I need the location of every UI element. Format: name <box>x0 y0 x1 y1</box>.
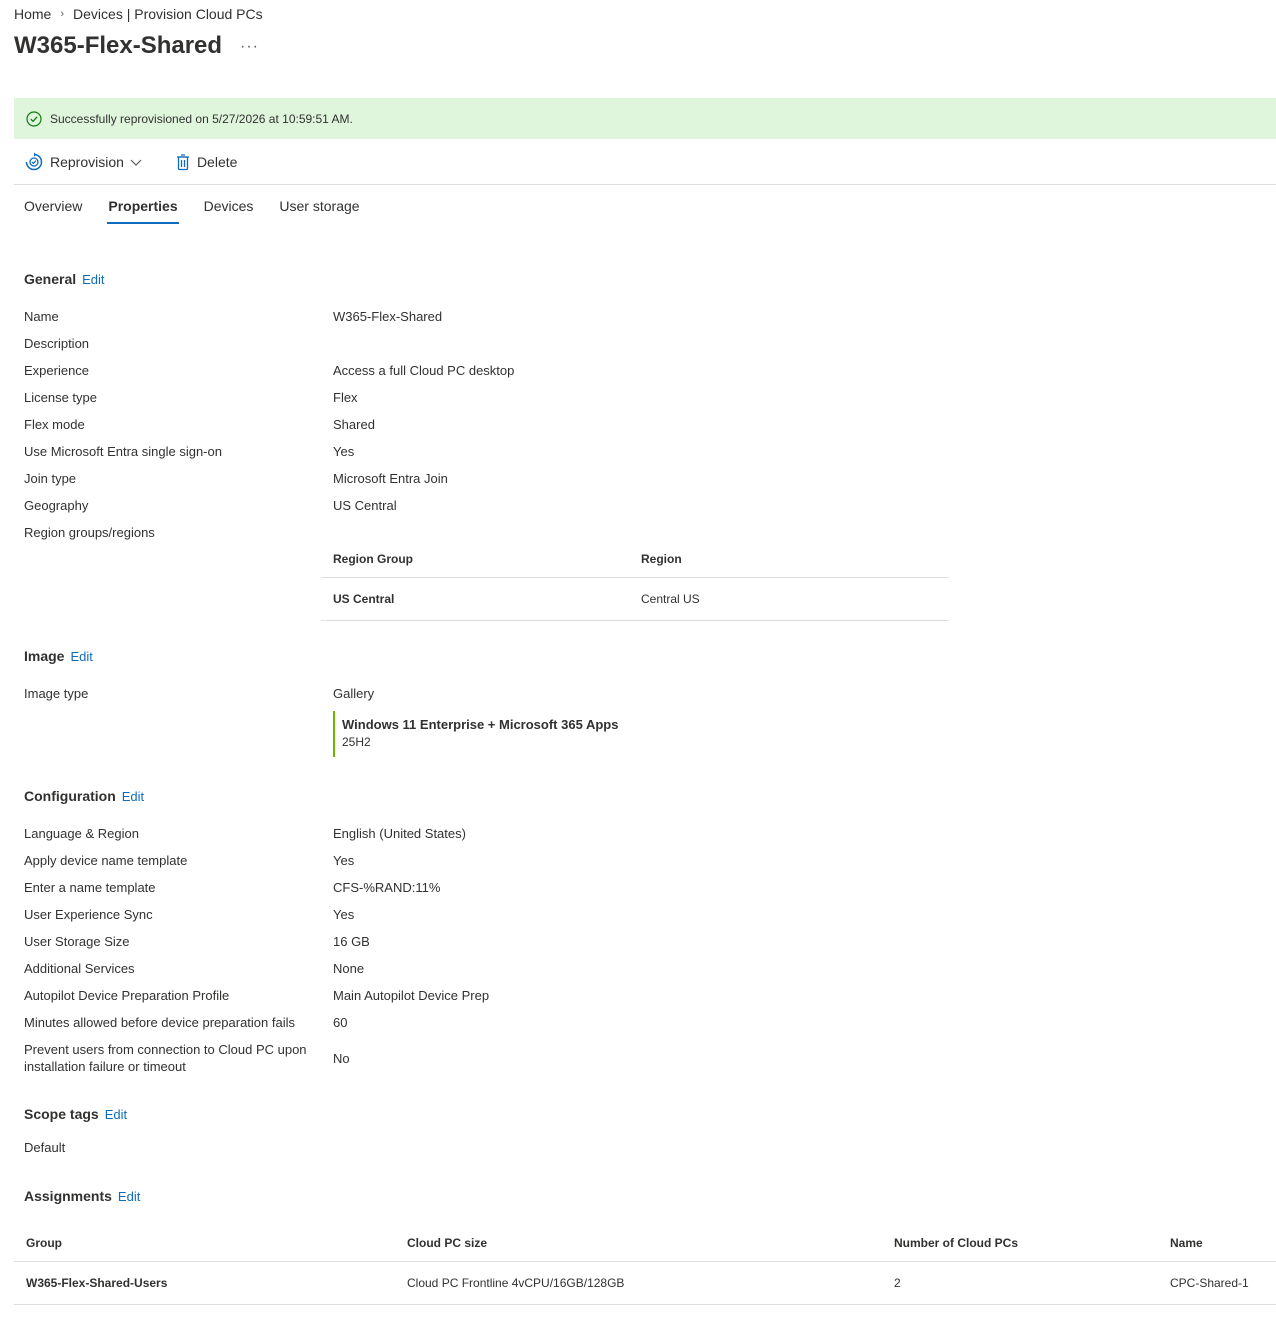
field-value: No <box>333 1051 350 1066</box>
field-label: Geography <box>24 498 89 513</box>
field-label: installation failure or timeout <box>24 1059 186 1074</box>
reprovision-label: Reprovision <box>50 154 124 170</box>
field-value: Yes <box>333 907 355 922</box>
chevron-down-icon <box>130 159 142 166</box>
table-cell: 2 <box>894 1276 901 1290</box>
field-label: Use Microsoft Entra single sign-on <box>24 444 222 459</box>
toolbar-divider <box>14 184 1276 185</box>
column-header: Number of Cloud PCs <box>894 1235 1019 1250</box>
column-header: Region <box>641 551 682 566</box>
field-label: Experience <box>24 363 90 378</box>
image-heading: Image Edit <box>24 648 93 664</box>
success-check-icon <box>26 110 42 127</box>
region-table: Region Group Region US Central Central U… <box>321 540 949 621</box>
table-cell: Central US <box>641 592 700 606</box>
image-card: Windows 11 Enterprise + Microsoft 365 Ap… <box>333 711 618 757</box>
column-header: Name <box>1170 1235 1203 1250</box>
image-version: 25H2 <box>342 735 371 749</box>
general-edit-link[interactable]: Edit <box>82 272 104 287</box>
general-title: General <box>24 271 77 287</box>
field-value: Flex <box>333 390 358 405</box>
field-value: Access a full Cloud PC desktop <box>333 363 515 378</box>
table-header-row: Group Cloud PC size Number of Cloud PCs … <box>14 1224 1276 1261</box>
field-value: Main Autopilot Device Prep <box>333 988 490 1003</box>
scope-tags-heading: Scope tags Edit <box>24 1106 127 1122</box>
assignments-table: Group Cloud PC size Number of Cloud PCs … <box>14 1224 1276 1305</box>
field-value: CFS-%RAND:11% <box>333 880 441 895</box>
tab-bar: Overview Properties Devices User storage <box>24 198 386 224</box>
table-row: W365-Flex-Shared-Users Cloud PC Frontlin… <box>14 1261 1276 1305</box>
field-value: US Central <box>333 498 397 513</box>
reprovision-button[interactable]: Reprovision <box>24 152 150 172</box>
configuration-heading: Configuration Edit <box>24 788 144 804</box>
tab-devices[interactable]: Devices <box>204 198 254 224</box>
field-value: Yes <box>333 853 355 868</box>
field-value: Yes <box>333 444 355 459</box>
field-label: License type <box>24 390 97 405</box>
toolbar: Reprovision Delete <box>14 149 237 175</box>
assignments-title: Assignments <box>24 1188 112 1204</box>
field-value: None <box>333 961 365 976</box>
more-options-icon[interactable]: ··· <box>240 38 259 56</box>
field-value: Shared <box>333 417 375 432</box>
column-header: Cloud PC size <box>407 1235 488 1250</box>
field-label: Join type <box>24 471 77 486</box>
field-value: Gallery <box>333 686 375 701</box>
field-value: Microsoft Entra Join <box>333 471 448 486</box>
field-value: English (United States) <box>333 826 466 841</box>
column-header: Region Group <box>333 551 413 566</box>
tab-properties[interactable]: Properties <box>107 198 179 224</box>
field-value: W365-Flex-Shared <box>333 309 443 324</box>
field-label: User Experience Sync <box>24 907 153 922</box>
scope-tags-edit-link[interactable]: Edit <box>105 1107 127 1122</box>
field-label: Region groups/regions <box>24 525 155 540</box>
success-banner: Successfully reprovisioned on 5/27/2026 … <box>14 98 1276 139</box>
breadcrumb-home[interactable]: Home <box>14 6 51 22</box>
tab-overview[interactable]: Overview <box>24 198 82 224</box>
page-title: W365-Flex-Shared <box>14 32 223 59</box>
delete-label: Delete <box>196 154 238 170</box>
table-cell: CPC-Shared-1 <box>1170 1276 1249 1290</box>
field-label: Language & Region <box>24 826 139 841</box>
field-value: 16 GB <box>333 934 370 949</box>
field-label: Apply device name template <box>24 853 188 868</box>
scope-tags-title: Scope tags <box>24 1106 99 1122</box>
reprovision-icon <box>25 152 43 171</box>
field-label: Prevent users from connection to Cloud P… <box>24 1042 307 1057</box>
image-name: Windows 11 Enterprise + Microsoft 365 Ap… <box>342 717 619 732</box>
breadcrumb: Home › Devices | Provision Cloud PCs <box>14 6 263 22</box>
field-value: 60 <box>333 1015 348 1030</box>
table-cell: Cloud PC Frontline 4vCPU/16GB/128GB <box>407 1276 625 1290</box>
field-label: Flex mode <box>24 417 85 432</box>
table-cell: US Central <box>333 592 395 606</box>
image-title: Image <box>24 648 65 664</box>
configuration-edit-link[interactable]: Edit <box>122 789 144 804</box>
table-cell: W365-Flex-Shared-Users <box>26 1276 168 1290</box>
field-label: User Storage Size <box>24 934 130 949</box>
field-label: Enter a name template <box>24 880 156 895</box>
delete-button[interactable]: Delete <box>175 153 237 171</box>
table-row: US Central Central US <box>321 577 949 621</box>
image-edit-link[interactable]: Edit <box>70 649 92 664</box>
column-header: Group <box>26 1235 62 1250</box>
chevron-right-icon: › <box>60 8 65 20</box>
configuration-title: Configuration <box>24 788 116 804</box>
trash-icon <box>176 154 189 171</box>
banner-message: Successfully reprovisioned on 5/27/2026 … <box>50 111 353 126</box>
assignments-edit-link[interactable]: Edit <box>118 1189 140 1204</box>
scope-tag-value: Default <box>24 1140 66 1155</box>
field-label: Minutes allowed before device preparatio… <box>24 1015 295 1030</box>
field-label: Additional Services <box>24 961 135 976</box>
field-label: Name <box>24 309 59 324</box>
general-heading: General Edit <box>24 271 105 287</box>
table-header-row: Region Group Region <box>321 540 949 577</box>
field-label: Image type <box>24 686 89 701</box>
tab-user-storage[interactable]: User storage <box>279 198 359 224</box>
field-label: Autopilot Device Preparation Profile <box>24 988 230 1003</box>
breadcrumb-devices[interactable]: Devices | Provision Cloud PCs <box>73 6 263 22</box>
field-label: Description <box>24 336 90 351</box>
assignments-heading: Assignments Edit <box>24 1188 140 1204</box>
